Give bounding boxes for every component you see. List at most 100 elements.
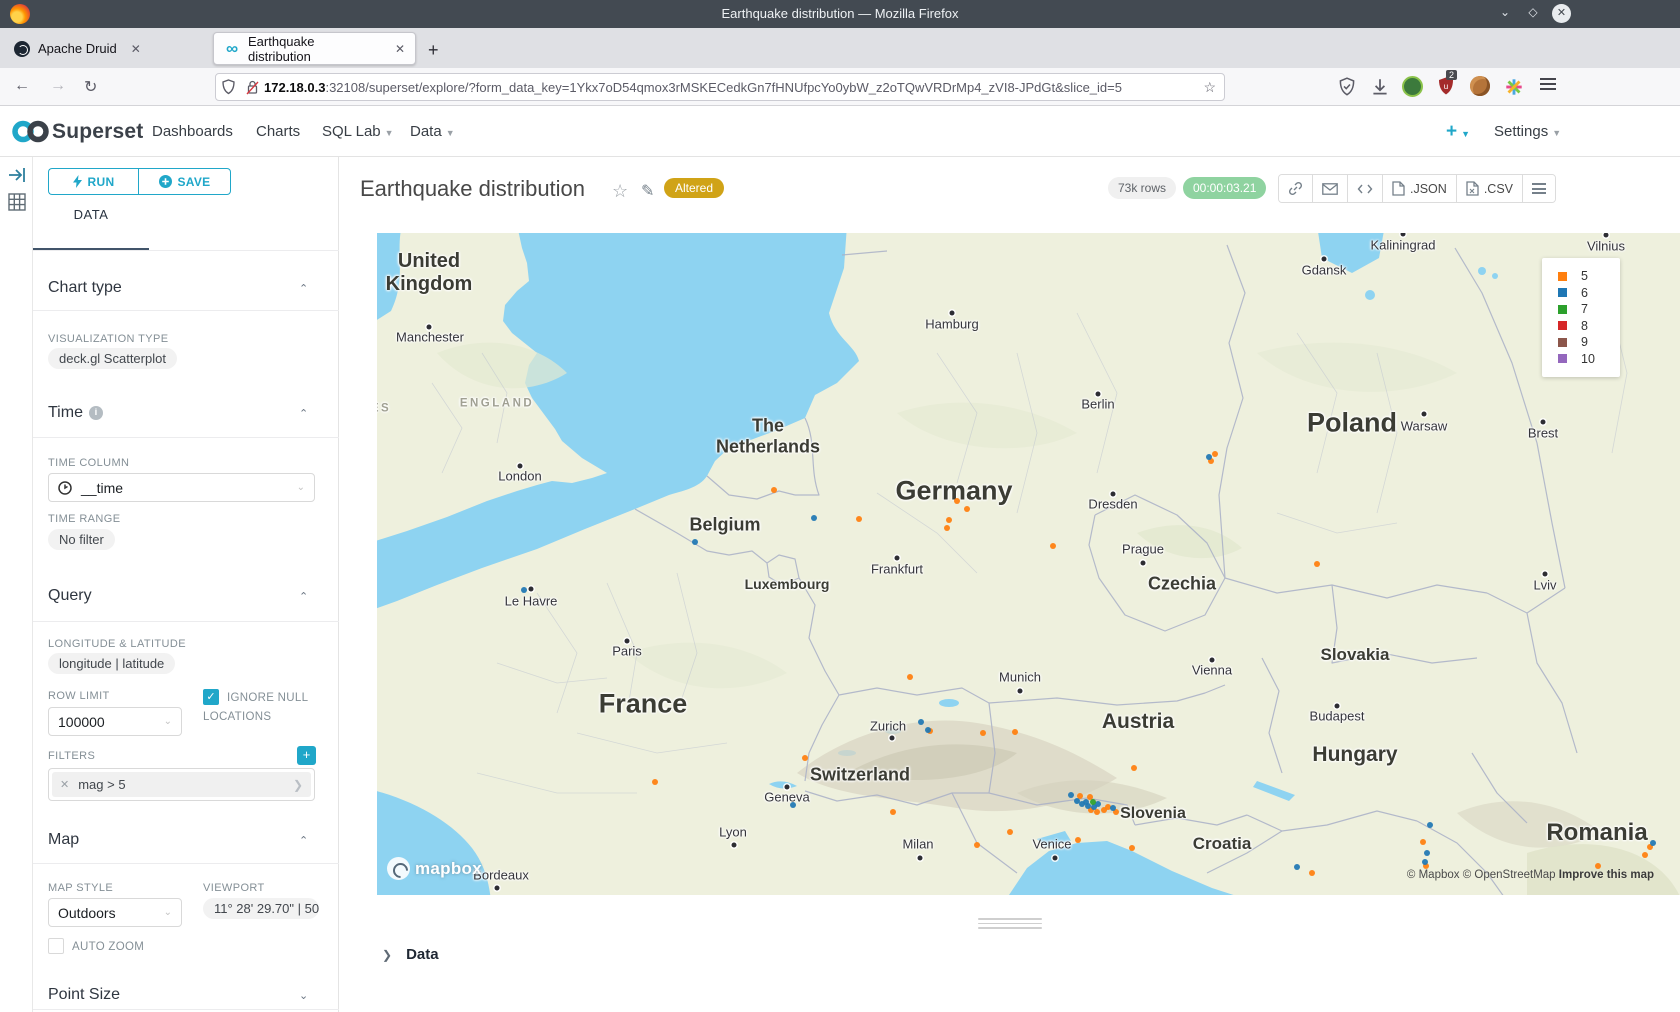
earthquake-point-orange[interactable] bbox=[1642, 852, 1648, 858]
legend-item[interactable]: 6 bbox=[1558, 285, 1620, 302]
row-limit-select[interactable]: 100000⌄ bbox=[48, 707, 182, 736]
earthquake-point-orange[interactable] bbox=[1129, 845, 1135, 851]
earthquake-point-orange[interactable] bbox=[964, 506, 970, 512]
earthquake-point-blue[interactable] bbox=[1427, 822, 1433, 828]
legend-item[interactable]: 5 bbox=[1558, 268, 1620, 285]
earthquake-point-orange[interactable] bbox=[944, 525, 950, 531]
earthquake-point-blue[interactable] bbox=[811, 515, 817, 521]
earthquake-point-orange[interactable] bbox=[856, 516, 862, 522]
section-chart-type[interactable]: Chart type bbox=[48, 279, 122, 297]
earthquake-point-orange[interactable] bbox=[907, 674, 913, 680]
resize-handle[interactable] bbox=[978, 918, 1042, 932]
nav-charts[interactable]: Charts bbox=[256, 123, 300, 140]
window-maximize-icon[interactable]: ◇ bbox=[1524, 5, 1542, 19]
earthquake-point-blue[interactable] bbox=[918, 719, 924, 725]
ublock-icon[interactable]: u 2 bbox=[1436, 76, 1458, 98]
email-button[interactable] bbox=[1313, 175, 1348, 202]
section-query[interactable]: Query bbox=[48, 587, 92, 605]
tab-earthquake-distribution[interactable]: ∞ Earthquake distribution ✕ bbox=[213, 32, 416, 65]
earthquake-point-orange[interactable] bbox=[1420, 839, 1426, 845]
earthquake-point-blue[interactable] bbox=[1206, 454, 1212, 460]
map-style-select[interactable]: Outdoors⌄ bbox=[48, 898, 182, 927]
earthquake-point-orange[interactable] bbox=[1309, 870, 1315, 876]
new-item-button[interactable]: +▼ bbox=[1446, 121, 1470, 143]
reload-icon[interactable]: ↻ bbox=[84, 77, 97, 97]
earthquake-point-orange[interactable] bbox=[1314, 561, 1320, 567]
earthquake-point-orange[interactable] bbox=[980, 730, 986, 736]
earthquake-point-orange[interactable] bbox=[1050, 543, 1056, 549]
tracking-shield-icon[interactable] bbox=[221, 79, 236, 95]
time-range-value[interactable]: No filter bbox=[48, 529, 115, 550]
auto-zoom-checkbox[interactable] bbox=[48, 938, 64, 954]
copy-link-button[interactable] bbox=[1279, 175, 1313, 202]
viewport-value[interactable]: 11° 28' 29.70" | 50... bbox=[203, 898, 319, 919]
attribution-improve-link[interactable]: Improve this map bbox=[1559, 869, 1654, 881]
legend-item[interactable]: 10 bbox=[1558, 351, 1620, 368]
mapbox-logo[interactable]: mapbox bbox=[387, 857, 482, 880]
earthquake-point-orange[interactable] bbox=[974, 842, 980, 848]
export-json-button[interactable]: .JSON bbox=[1383, 175, 1457, 202]
add-filter-button[interactable]: + bbox=[297, 746, 316, 765]
downloads-icon[interactable] bbox=[1369, 76, 1391, 98]
chevron-right-icon[interactable]: ❯ bbox=[293, 778, 303, 792]
earthquake-point-blue[interactable] bbox=[1110, 805, 1116, 811]
time-column-select[interactable]: __time⌄ bbox=[48, 473, 315, 502]
tab-close-icon[interactable]: ✕ bbox=[131, 42, 141, 56]
earthquake-point-blue[interactable] bbox=[1294, 864, 1300, 870]
chevron-up-icon[interactable]: ⌃ bbox=[299, 834, 308, 847]
dataset-grid-icon[interactable] bbox=[8, 193, 26, 211]
section-point-size[interactable]: Point Size bbox=[48, 986, 120, 1004]
chevron-down-icon[interactable]: ⌄ bbox=[299, 989, 308, 1002]
menu-icon[interactable] bbox=[1540, 78, 1562, 100]
earthquake-point-orange[interactable] bbox=[652, 779, 658, 785]
window-minimize-icon[interactable]: ⌄ bbox=[1496, 5, 1514, 19]
bookmark-star-icon[interactable]: ☆ bbox=[1203, 79, 1216, 96]
section-time[interactable]: Timei bbox=[48, 404, 103, 422]
edit-properties-icon[interactable]: ✎ bbox=[641, 181, 654, 201]
legend-item[interactable]: 8 bbox=[1558, 318, 1620, 335]
viz-type-value[interactable]: deck.gl Scatterplot bbox=[48, 348, 177, 369]
attribution-osm[interactable]: © OpenStreetMap bbox=[1463, 869, 1556, 881]
remove-filter-icon[interactable]: ✕ bbox=[60, 778, 69, 791]
favorite-star-icon[interactable]: ☆ bbox=[612, 181, 628, 202]
tab-data[interactable]: DATA bbox=[33, 207, 149, 222]
save-button[interactable]: SAVE bbox=[138, 168, 231, 195]
nav-dashboards[interactable]: Dashboards bbox=[152, 123, 233, 140]
filter-item[interactable]: ✕ mag > 5 ❯ bbox=[52, 772, 311, 797]
earthquake-point-blue[interactable] bbox=[1422, 859, 1428, 865]
data-section-header[interactable]: ❯Data bbox=[382, 946, 439, 963]
legend-item[interactable]: 7 bbox=[1558, 301, 1620, 318]
collapse-panel-icon[interactable] bbox=[8, 167, 26, 183]
earthquake-point-orange[interactable] bbox=[946, 517, 952, 523]
earthquake-point-green[interactable] bbox=[1090, 799, 1096, 805]
url-bar[interactable]: 172.18.0.3:32108/superset/explore/?form_… bbox=[215, 73, 1225, 101]
attribution-mapbox[interactable]: © Mapbox bbox=[1407, 869, 1460, 881]
chevron-up-icon[interactable]: ⌃ bbox=[299, 407, 308, 420]
pocket-shield-icon[interactable] bbox=[1336, 76, 1358, 98]
earthquake-point-orange[interactable] bbox=[771, 487, 777, 493]
earthquake-point-blue[interactable] bbox=[1424, 850, 1430, 856]
earthquake-point-orange[interactable] bbox=[802, 755, 808, 761]
view-query-button[interactable] bbox=[1348, 175, 1383, 202]
tab-close-icon[interactable]: ✕ bbox=[395, 42, 405, 56]
forward-icon[interactable]: → bbox=[50, 77, 66, 95]
earthquake-point-orange[interactable] bbox=[1012, 729, 1018, 735]
brand-name[interactable]: Superset bbox=[52, 120, 143, 144]
privacy-badger-icon[interactable] bbox=[1402, 76, 1423, 97]
earthquake-point-blue[interactable] bbox=[521, 587, 527, 593]
section-map[interactable]: Map bbox=[48, 831, 79, 849]
multi-account-icon[interactable] bbox=[1503, 76, 1525, 98]
earthquake-point-blue[interactable] bbox=[692, 539, 698, 545]
earthquake-point-orange[interactable] bbox=[1007, 829, 1013, 835]
new-tab-button[interactable]: + bbox=[428, 40, 439, 61]
earthquake-point-blue[interactable] bbox=[790, 802, 796, 808]
earthquake-point-orange[interactable] bbox=[890, 809, 896, 815]
chevron-up-icon[interactable]: ⌃ bbox=[299, 282, 308, 295]
earthquake-point-blue[interactable] bbox=[925, 727, 931, 733]
export-csv-button[interactable]: .CSV bbox=[1457, 175, 1523, 202]
earthquake-point-orange[interactable] bbox=[1212, 451, 1218, 457]
earthquake-point-orange[interactable] bbox=[1075, 837, 1081, 843]
run-button[interactable]: RUN bbox=[48, 168, 138, 195]
tab-apache-druid[interactable]: Apache Druid ✕ bbox=[4, 32, 206, 65]
insecure-lock-icon[interactable] bbox=[246, 80, 259, 95]
